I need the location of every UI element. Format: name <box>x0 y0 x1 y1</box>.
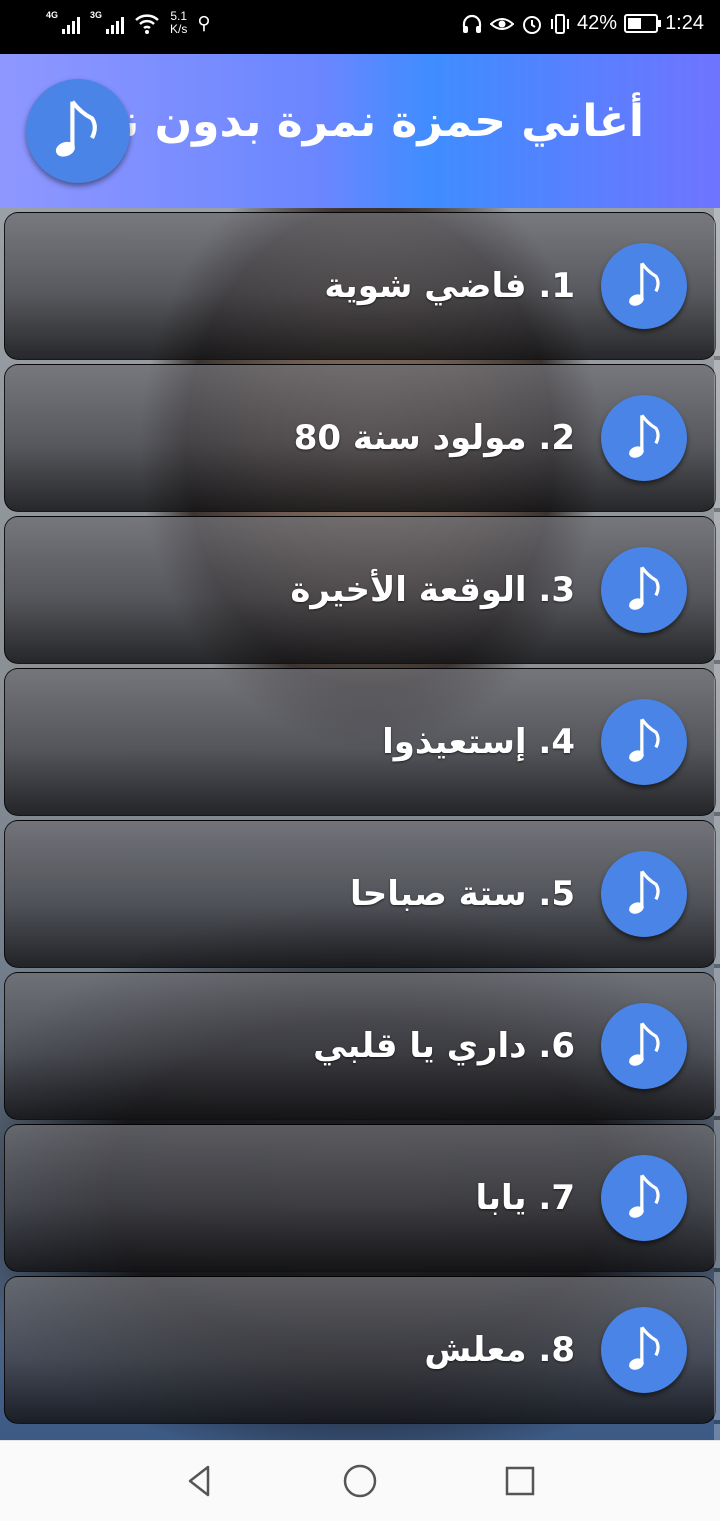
network-type-1: 4G <box>46 10 59 20</box>
scrollbar[interactable] <box>714 208 720 1440</box>
music-note-icon <box>601 1003 687 1089</box>
music-note-icon <box>601 395 687 481</box>
song-item[interactable]: 2. مولود سنة 80 <box>4 364 716 512</box>
eye-icon <box>490 17 515 30</box>
alarm-icon <box>523 15 542 34</box>
song-item[interactable]: 1. فاضي شوية <box>4 212 716 360</box>
navigation-bar <box>0 1440 720 1521</box>
song-item[interactable]: 5. ستة صباحا <box>4 820 716 968</box>
song-title: 3. الوقعة الأخيرة <box>290 570 575 610</box>
song-title: 7. يابا <box>475 1178 576 1218</box>
song-title: 8. معلش <box>424 1330 575 1370</box>
app-title: أغاني حمزة نمرة بدون نت <box>76 96 644 147</box>
music-note-icon <box>601 1155 687 1241</box>
song-list: 1. فاضي شوية 2. مولود سنة 80 3. الوقعة الأ… <box>4 212 716 1428</box>
app-header: أغاني حمزة نمرة بدون نت <box>0 54 720 208</box>
song-item[interactable]: 7. يابا <box>4 1124 716 1272</box>
song-title: 2. مولود سنة 80 <box>293 418 575 458</box>
network-type-2: 3G <box>90 10 103 20</box>
usb-icon: ⚲ <box>197 12 211 33</box>
battery-icon <box>624 14 662 33</box>
clock: 1:24 <box>665 12 704 34</box>
wifi-icon <box>135 14 159 34</box>
song-item[interactable]: 6. داري يا قلبي <box>4 972 716 1120</box>
signal-icon-2: 3G <box>90 10 124 36</box>
recents-icon[interactable] <box>502 1463 538 1499</box>
song-item[interactable]: 8. معلش <box>4 1276 716 1424</box>
song-title: 5. ستة صباحا <box>350 874 575 914</box>
song-list-area: 1. فاضي شوية 2. مولود سنة 80 3. الوقعة الأ… <box>0 208 720 1440</box>
song-item[interactable]: 3. الوقعة الأخيرة <box>4 516 716 664</box>
vibrate-icon <box>551 13 570 34</box>
music-note-icon <box>601 699 687 785</box>
song-title: 1. فاضي شوية <box>324 266 575 306</box>
headphones-icon <box>462 14 482 33</box>
signal-icon: 4G <box>46 10 80 36</box>
music-note-icon <box>601 851 687 937</box>
music-note-icon <box>601 547 687 633</box>
song-item[interactable]: 4. إستعيذوا <box>4 668 716 816</box>
music-note-icon <box>26 79 130 183</box>
song-title: 4. إستعيذوا <box>382 722 575 762</box>
music-note-icon <box>601 243 687 329</box>
battery-percent: 42% <box>577 12 618 34</box>
network-speed: 5.1 K/s <box>170 10 187 36</box>
home-icon[interactable] <box>342 1463 378 1499</box>
speed-unit: K/s <box>170 22 188 36</box>
music-note-icon <box>601 1307 687 1393</box>
back-icon[interactable] <box>182 1463 218 1499</box>
status-bar: 4G 3G 5.1 K/s ⚲ 42% 1:24 <box>0 0 720 54</box>
song-title: 6. داري يا قلبي <box>313 1026 575 1066</box>
